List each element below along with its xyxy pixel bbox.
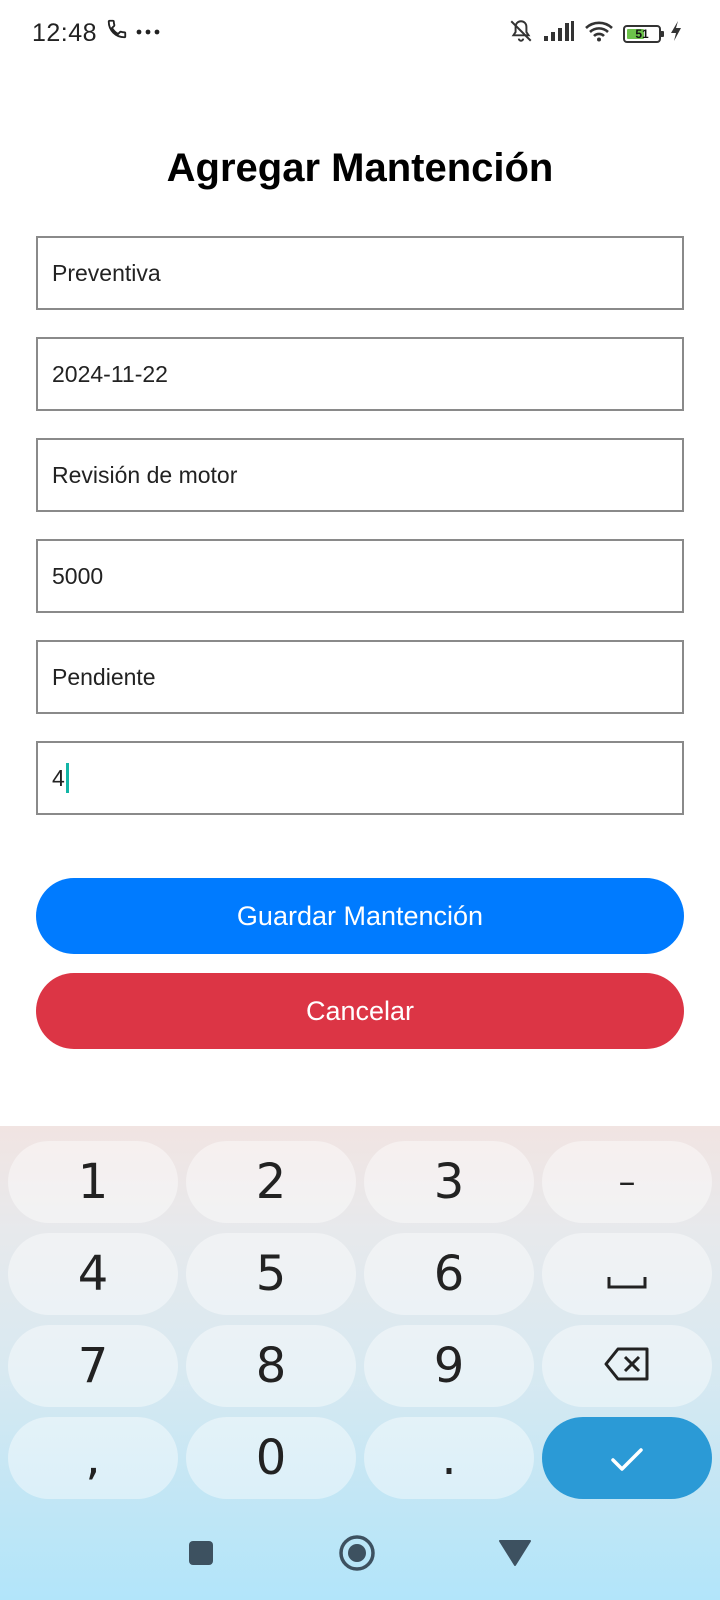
square-recents-icon [187,1539,215,1572]
key-0[interactable]: 0 [186,1417,356,1499]
description-field[interactable]: Revisión de motor [36,438,684,512]
key-2[interactable]: 2 [186,1141,356,1223]
key-5[interactable]: 5 [186,1233,356,1315]
key-3[interactable]: 3 [364,1141,534,1223]
status-left-icons [106,18,160,45]
check-icon [609,1430,645,1486]
key-enter[interactable] [542,1417,712,1499]
key-space[interactable] [542,1233,712,1315]
field-value: Pendiente [52,663,156,690]
triangle-back-icon [498,1539,532,1572]
key-dash[interactable]: – [542,1141,712,1223]
space-icon [607,1246,647,1302]
key-period[interactable]: . [364,1417,534,1499]
field-value: Revisión de motor [52,461,238,488]
wifi-icon [584,20,614,47]
date-field[interactable]: 2024-11-22 [36,337,684,411]
field-value: 5000 [52,562,104,589]
key-7[interactable]: 7 [8,1325,178,1407]
status-time: 12:48 [32,19,98,47]
cost-field[interactable]: 5000 [36,539,684,613]
cancel-button[interactable]: Cancelar [36,973,684,1049]
bell-off-icon [508,18,534,49]
key-1[interactable]: 1 [8,1141,178,1223]
battery-icon: 51 [623,24,664,43]
page-title: Agregar Mantención [166,146,554,190]
status-bar: 12:48 51 [0,0,720,68]
navigation-bar [0,1510,720,1600]
vehicle-id-field[interactable]: 4 [36,741,684,815]
signal-icon [543,20,575,47]
key-4[interactable]: 4 [8,1233,178,1315]
circle-home-icon [338,1534,376,1577]
field-value: 2024-11-22 [52,360,168,387]
key-9[interactable]: 9 [364,1325,534,1407]
save-maintenance-button[interactable]: Guardar Mantención [36,878,684,954]
recents-button[interactable] [176,1530,226,1580]
status-field[interactable]: Pendiente [36,640,684,714]
field-value: Preventiva [52,259,161,286]
text-caret [65,763,69,793]
maintenance-type-field[interactable]: Preventiva [36,236,684,310]
more-dots-icon [136,23,160,41]
battery-level: 51 [635,26,649,41]
back-button[interactable] [490,1530,540,1580]
key-8[interactable]: 8 [186,1325,356,1407]
charging-bolt-icon [670,20,682,47]
field-value: 4 [52,764,65,791]
key-backspace[interactable] [542,1325,712,1407]
battery-nub [661,30,664,37]
status-right-icons: 51 [508,18,682,49]
key-comma[interactable]: , [8,1417,178,1499]
home-button[interactable] [332,1530,382,1580]
phone-icon [106,18,128,45]
key-6[interactable]: 6 [364,1233,534,1315]
backspace-icon [603,1338,651,1394]
